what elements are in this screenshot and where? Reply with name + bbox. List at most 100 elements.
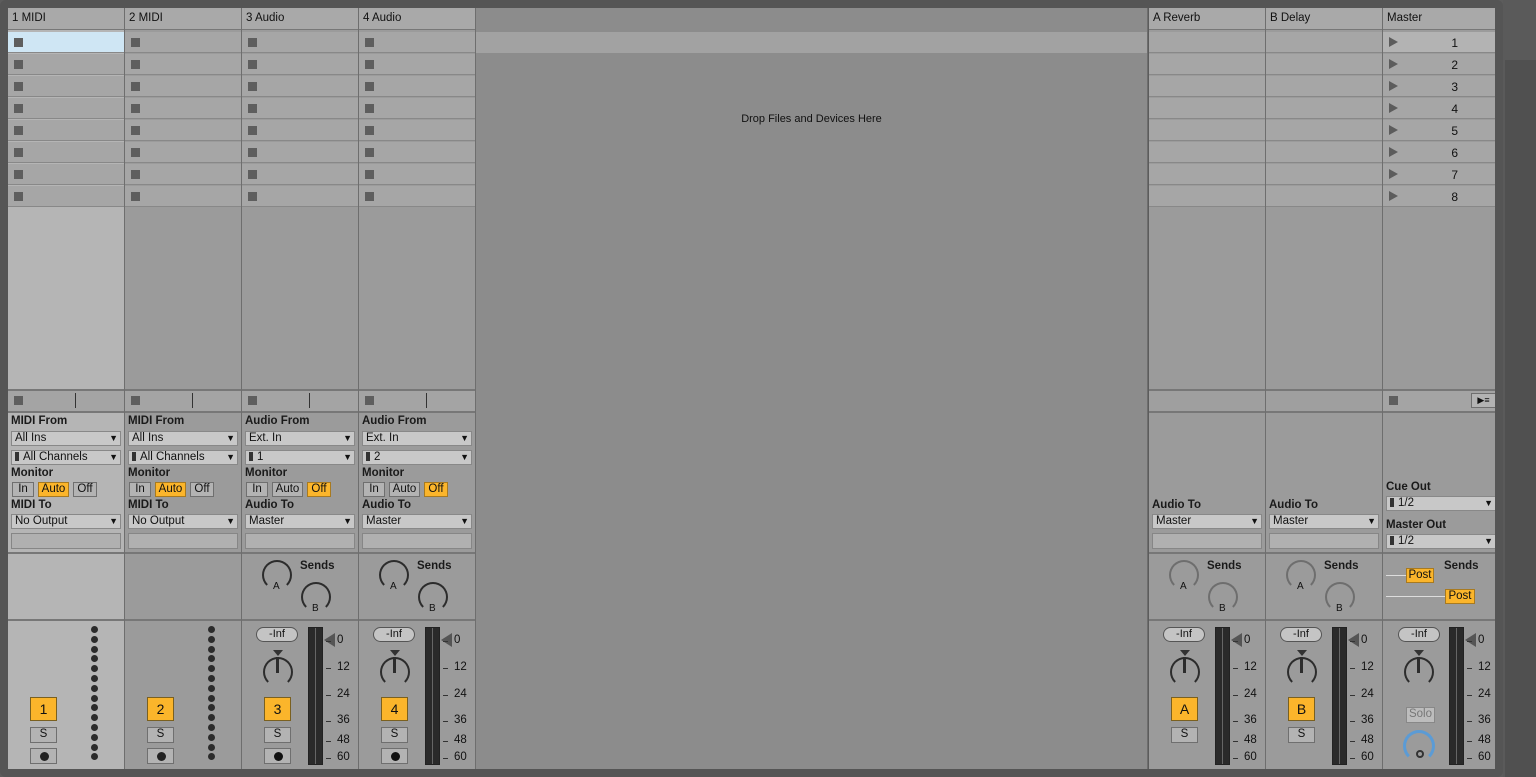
input-type-dropdown[interactable]: All Ins ▼: [128, 431, 238, 446]
track-stop-button-icon[interactable]: [131, 396, 140, 405]
track-3[interactable]: 3 Audio Audio From Ext. In ▼ 1 ▼ Monitor In Auto…: [242, 8, 359, 769]
output-channel-box[interactable]: [11, 533, 121, 549]
empty-slot[interactable]: [1266, 142, 1382, 163]
clip-slot[interactable]: [359, 98, 475, 119]
monitor-in-button[interactable]: In: [129, 482, 151, 497]
track-2[interactable]: 2 MIDI MIDI From All Ins ▼ All Channels ▼ Moni…: [125, 8, 242, 769]
clip-slot[interactable]: [125, 142, 241, 163]
scene-launch-3[interactable]: 3: [1383, 76, 1500, 97]
clip-slot[interactable]: [125, 98, 241, 119]
output-dropdown[interactable]: No Output ▼: [11, 514, 121, 529]
scene-launch-7[interactable]: 7: [1383, 164, 1500, 185]
clip-stop-button-icon[interactable]: [365, 60, 374, 69]
master-track[interactable]: Master 1 2 3 4 5 6 7 8 ▶≡ Cue Out 1/2 ▼ Master Out 1/2…: [1383, 8, 1501, 769]
empty-slot[interactable]: [1149, 142, 1265, 163]
clip-slot[interactable]: [359, 76, 475, 97]
output-channel-box[interactable]: [245, 533, 355, 549]
input-channel-dropdown[interactable]: All Channels ▼: [11, 450, 121, 465]
clip-slot[interactable]: [242, 186, 358, 207]
monitor-auto-button[interactable]: Auto: [155, 482, 186, 497]
pan-knob[interactable]: [1287, 657, 1317, 687]
monitor-off-button[interactable]: Off: [190, 482, 214, 497]
clip-slot[interactable]: [242, 32, 358, 53]
output-dropdown[interactable]: Master ▼: [245, 514, 355, 529]
clip-slot[interactable]: [242, 120, 358, 141]
volume-field[interactable]: -Inf: [1280, 627, 1322, 642]
clip-stop-button-icon[interactable]: [248, 126, 257, 135]
scene-launch-1[interactable]: 1: [1383, 32, 1500, 53]
track-title[interactable]: B Delay: [1266, 8, 1382, 30]
master-out-dropdown[interactable]: 1/2 ▼: [1386, 534, 1496, 549]
clip-slot[interactable]: [8, 164, 124, 185]
drop-area[interactable]: Drop Files and Devices Here: [476, 8, 1148, 769]
clip-stop-button-icon[interactable]: [248, 192, 257, 201]
clip-stop-button-icon[interactable]: [131, 192, 140, 201]
volume-slider-triangle-icon[interactable]: [441, 633, 452, 647]
solo-button[interactable]: S: [30, 727, 57, 743]
scene-play-icon[interactable]: [1389, 191, 1398, 201]
volume-slider-triangle-icon[interactable]: [1348, 633, 1359, 647]
pan-knob[interactable]: [1170, 657, 1200, 687]
track-title[interactable]: Master: [1383, 8, 1500, 30]
output-channel-box[interactable]: [128, 533, 238, 549]
volume-slider-triangle-icon[interactable]: [324, 633, 335, 647]
clip-stop-button-icon[interactable]: [365, 148, 374, 157]
track-title[interactable]: A Reverb: [1149, 8, 1265, 30]
empty-slot[interactable]: [1266, 54, 1382, 75]
clip-slot[interactable]: [8, 186, 124, 207]
clip-stop-button-icon[interactable]: [14, 82, 23, 91]
pan-knob[interactable]: [1404, 657, 1434, 687]
clip-stop-button-icon[interactable]: [365, 104, 374, 113]
output-channel-box[interactable]: [362, 533, 472, 549]
track-stop-button-icon[interactable]: [14, 396, 23, 405]
scene-play-icon[interactable]: [1389, 147, 1398, 157]
monitor-in-button[interactable]: In: [363, 482, 385, 497]
input-type-dropdown[interactable]: Ext. In ▼: [245, 431, 355, 446]
clip-slot[interactable]: [359, 164, 475, 185]
clip-stop-button-icon[interactable]: [14, 170, 23, 179]
output-dropdown[interactable]: No Output ▼: [128, 514, 238, 529]
clip-slot[interactable]: [242, 164, 358, 185]
volume-field[interactable]: -Inf: [373, 627, 415, 642]
clip-stop-button-icon[interactable]: [248, 60, 257, 69]
track-activator-button[interactable]: 1: [30, 697, 57, 721]
clip-slot[interactable]: [8, 32, 124, 53]
solo-button[interactable]: S: [381, 727, 408, 743]
clip-slot[interactable]: [8, 120, 124, 141]
clip-slot[interactable]: [125, 32, 241, 53]
clip-slot[interactable]: [8, 98, 124, 119]
volume-slider-triangle-icon[interactable]: [1231, 633, 1242, 647]
clip-slot[interactable]: [359, 142, 475, 163]
clip-stop-button-icon[interactable]: [365, 126, 374, 135]
clip-stop-button-icon[interactable]: [131, 170, 140, 179]
clip-stop-button-icon[interactable]: [365, 170, 374, 179]
clip-slot[interactable]: [125, 120, 241, 141]
solo-button[interactable]: S: [264, 727, 291, 743]
monitor-auto-button[interactable]: Auto: [38, 482, 69, 497]
clip-slot[interactable]: [8, 54, 124, 75]
scene-launch-5[interactable]: 5: [1383, 120, 1500, 141]
track-title[interactable]: 2 MIDI: [125, 8, 241, 30]
clip-slot[interactable]: [125, 54, 241, 75]
clip-stop-button-icon[interactable]: [248, 148, 257, 157]
solo-button[interactable]: Solo: [1406, 707, 1435, 723]
monitor-off-button[interactable]: Off: [307, 482, 331, 497]
clip-stop-button-icon[interactable]: [14, 192, 23, 201]
volume-field[interactable]: -Inf: [1398, 627, 1440, 642]
empty-slot[interactable]: [1149, 164, 1265, 185]
clip-stop-button-icon[interactable]: [365, 38, 374, 47]
volume-field[interactable]: -Inf: [256, 627, 298, 642]
input-channel-dropdown[interactable]: 1 ▼: [245, 450, 355, 465]
input-type-dropdown[interactable]: All Ins ▼: [11, 431, 121, 446]
clip-slot[interactable]: [125, 76, 241, 97]
output-dropdown[interactable]: Master ▼: [362, 514, 472, 529]
arm-button[interactable]: [147, 748, 174, 764]
monitor-in-button[interactable]: In: [12, 482, 34, 497]
empty-slot[interactable]: [1149, 98, 1265, 119]
track-activator-button[interactable]: B: [1288, 697, 1315, 721]
empty-slot[interactable]: [1149, 186, 1265, 207]
clip-stop-button-icon[interactable]: [365, 192, 374, 201]
stop-all-clips-icon[interactable]: [1389, 396, 1398, 405]
clip-stop-button-icon[interactable]: [131, 148, 140, 157]
output-dropdown[interactable]: Master ▼: [1152, 514, 1262, 529]
